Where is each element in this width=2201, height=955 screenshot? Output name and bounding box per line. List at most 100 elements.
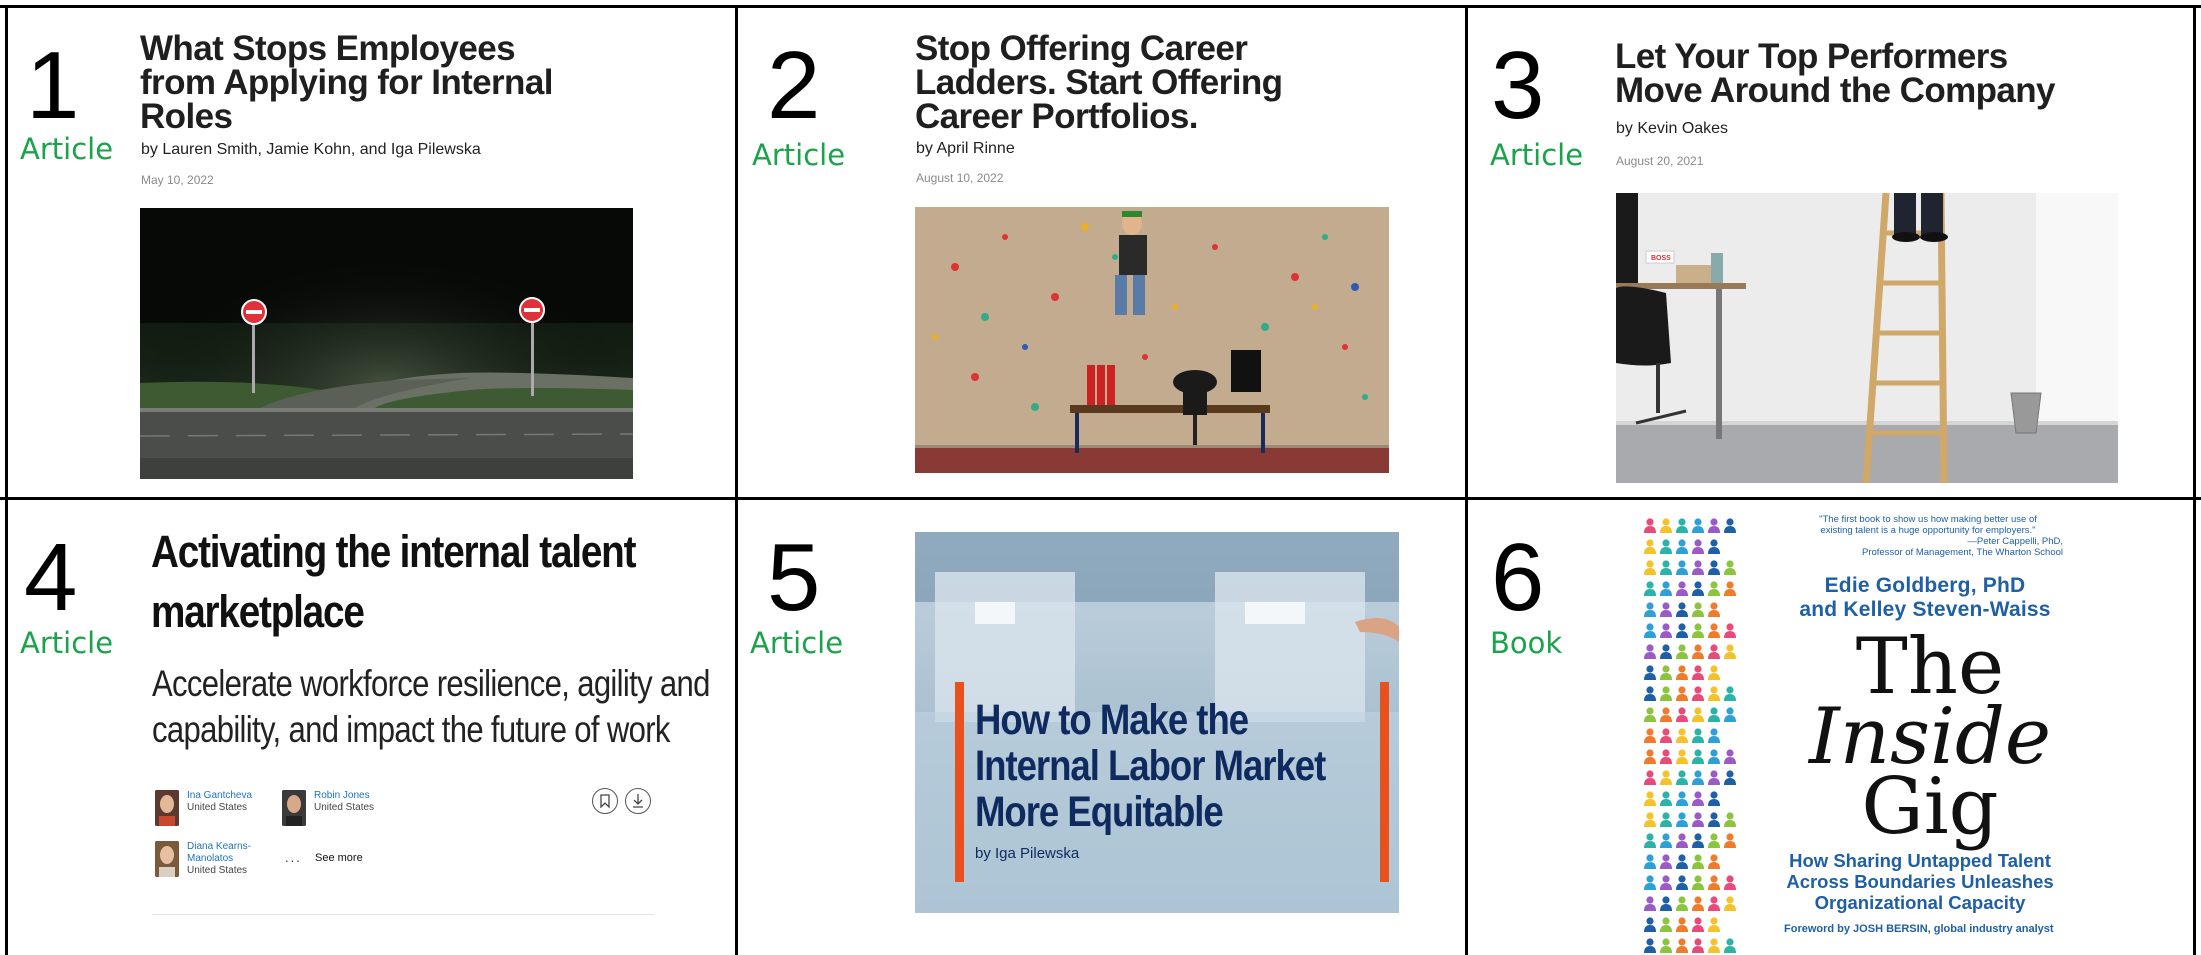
grid-border-left bbox=[5, 5, 8, 955]
author-line: and Kelley Steven-Waiss bbox=[1799, 598, 2051, 621]
person-figure-head bbox=[1646, 770, 1654, 778]
author-name-line[interactable]: Manolatos bbox=[187, 853, 251, 865]
person-figure-head bbox=[1694, 686, 1702, 694]
see-more-link[interactable]: See more bbox=[315, 852, 363, 864]
person-figure-body bbox=[1708, 799, 1720, 806]
article-title[interactable]: Stop Offering Career Ladders. Start Offe… bbox=[915, 29, 1283, 134]
author-ina-gantcheva[interactable]: Ina Gantcheva United States bbox=[155, 790, 252, 826]
person-figure-body bbox=[1692, 820, 1704, 827]
author-name[interactable]: Ina Gantcheva bbox=[187, 790, 252, 802]
person-figure-body bbox=[1724, 904, 1736, 911]
avatar bbox=[282, 790, 306, 826]
person-figure-head bbox=[1710, 665, 1718, 673]
subtitle-line: Across Boundaries Unleashes bbox=[1786, 871, 2054, 892]
person-figure-body bbox=[1708, 547, 1720, 554]
title-line: Stop Offering Career bbox=[915, 29, 1248, 68]
person-figure-head bbox=[1694, 749, 1702, 757]
person-figure-body bbox=[1724, 589, 1736, 596]
person-figure-body bbox=[1692, 799, 1704, 806]
download-icon[interactable] bbox=[625, 788, 651, 814]
title-line: Move Around the Company bbox=[1615, 71, 2056, 110]
person-figure-head bbox=[1694, 560, 1702, 568]
person-figure-body bbox=[1708, 589, 1720, 596]
person-figure-head bbox=[1694, 707, 1702, 715]
person-figure-head bbox=[1662, 707, 1670, 715]
article-title[interactable]: Let Your Top Performers Move Around the … bbox=[1615, 39, 2056, 110]
person-figure-body bbox=[1676, 652, 1688, 659]
person-figure-head bbox=[1694, 917, 1702, 925]
person-figure-head bbox=[1726, 623, 1734, 631]
author-diana-kearns-manolatos[interactable]: Diana Kearns- Manolatos United States bbox=[155, 841, 251, 877]
person-figure-head bbox=[1678, 728, 1686, 736]
person-figure-body bbox=[1676, 946, 1688, 953]
card-number: 6 bbox=[1491, 524, 1545, 631]
person-figure-body bbox=[1708, 526, 1720, 533]
person-figure-body bbox=[1660, 673, 1672, 680]
card-number: 4 bbox=[24, 524, 78, 631]
person-figure-head bbox=[1662, 560, 1670, 568]
person-figure-body bbox=[1660, 631, 1672, 638]
person-figure-head bbox=[1662, 917, 1670, 925]
person-figure-body bbox=[1708, 652, 1720, 659]
person-figure-head bbox=[1678, 644, 1686, 652]
person-figure-head bbox=[1662, 728, 1670, 736]
article-image-no-entry-signs[interactable] bbox=[140, 208, 633, 479]
author-location: United States bbox=[187, 802, 248, 813]
person-figure-body bbox=[1644, 862, 1656, 869]
avatar bbox=[155, 841, 179, 877]
person-figure-body bbox=[1692, 862, 1704, 869]
person-figure-body bbox=[1660, 715, 1672, 722]
bookmark-icon[interactable] bbox=[592, 788, 618, 814]
person-figure-head bbox=[1662, 770, 1670, 778]
person-figure-head bbox=[1646, 665, 1654, 673]
person-figure-body bbox=[1660, 652, 1672, 659]
author-name-line[interactable]: Diana Kearns- bbox=[187, 841, 251, 853]
person-figure-body bbox=[1692, 631, 1704, 638]
person-figure-body bbox=[1644, 715, 1656, 722]
person-figure-head bbox=[1694, 791, 1702, 799]
person-figure-head bbox=[1662, 602, 1670, 610]
person-figure-head bbox=[1710, 917, 1718, 925]
person-figure-body bbox=[1724, 526, 1736, 533]
person-figure-head bbox=[1662, 812, 1670, 820]
person-figure-body bbox=[1724, 631, 1736, 638]
person-figure-body bbox=[1676, 862, 1688, 869]
article-title[interactable]: What Stops Employees from Applying for I… bbox=[140, 31, 553, 134]
subtitle-line: How Sharing Untapped Talent bbox=[1789, 850, 2051, 871]
byline: by Kevin Oakes bbox=[1616, 120, 1729, 137]
person-figure-head bbox=[1678, 791, 1686, 799]
article-image-ladder-office[interactable]: BOSS bbox=[1616, 193, 2118, 483]
person-figure-head bbox=[1710, 623, 1718, 631]
article-image-climbing-wall[interactable] bbox=[915, 207, 1389, 473]
person-figure-body bbox=[1660, 568, 1672, 575]
person-figure-head bbox=[1694, 518, 1702, 526]
person-figure-body bbox=[1644, 694, 1656, 701]
person-figure-body bbox=[1708, 610, 1720, 617]
person-figure-head bbox=[1694, 728, 1702, 736]
quote-line: "The first book to show us how making be… bbox=[1819, 514, 2037, 525]
person-figure-head bbox=[1726, 518, 1734, 526]
book-cover-the-inside-gig[interactable]: "The first book to show us how making be… bbox=[1638, 512, 2072, 955]
person-figure-head bbox=[1678, 770, 1686, 778]
person-figure-head bbox=[1678, 560, 1686, 568]
person-figure-head bbox=[1646, 938, 1654, 946]
person-figure-head bbox=[1710, 791, 1718, 799]
divider bbox=[152, 914, 654, 915]
person-figure-body bbox=[1644, 589, 1656, 596]
book-subtitle: How Sharing Untapped Talent Across Bound… bbox=[1768, 850, 2072, 913]
person-figure-head bbox=[1678, 686, 1686, 694]
person-figure-body bbox=[1692, 778, 1704, 785]
person-figure-head bbox=[1662, 644, 1670, 652]
author-robin-jones[interactable]: Robin Jones United States bbox=[282, 790, 374, 826]
person-figure-head bbox=[1646, 896, 1654, 904]
person-figure-body bbox=[1660, 841, 1672, 848]
article-title[interactable]: Activating the internal talent marketpla… bbox=[151, 522, 636, 642]
author-name[interactable]: Robin Jones bbox=[314, 790, 374, 802]
person-figure-body bbox=[1724, 883, 1736, 890]
article-grid: 1 Article What Stops Employees from Appl… bbox=[0, 0, 2201, 955]
article-image-labor-market[interactable]: How to Make the Internal Labor Market Mo… bbox=[915, 532, 1399, 913]
person-figure-body bbox=[1660, 799, 1672, 806]
author-location: United States bbox=[187, 865, 248, 876]
person-figure-body bbox=[1660, 946, 1672, 953]
person-figure-body bbox=[1676, 526, 1688, 533]
